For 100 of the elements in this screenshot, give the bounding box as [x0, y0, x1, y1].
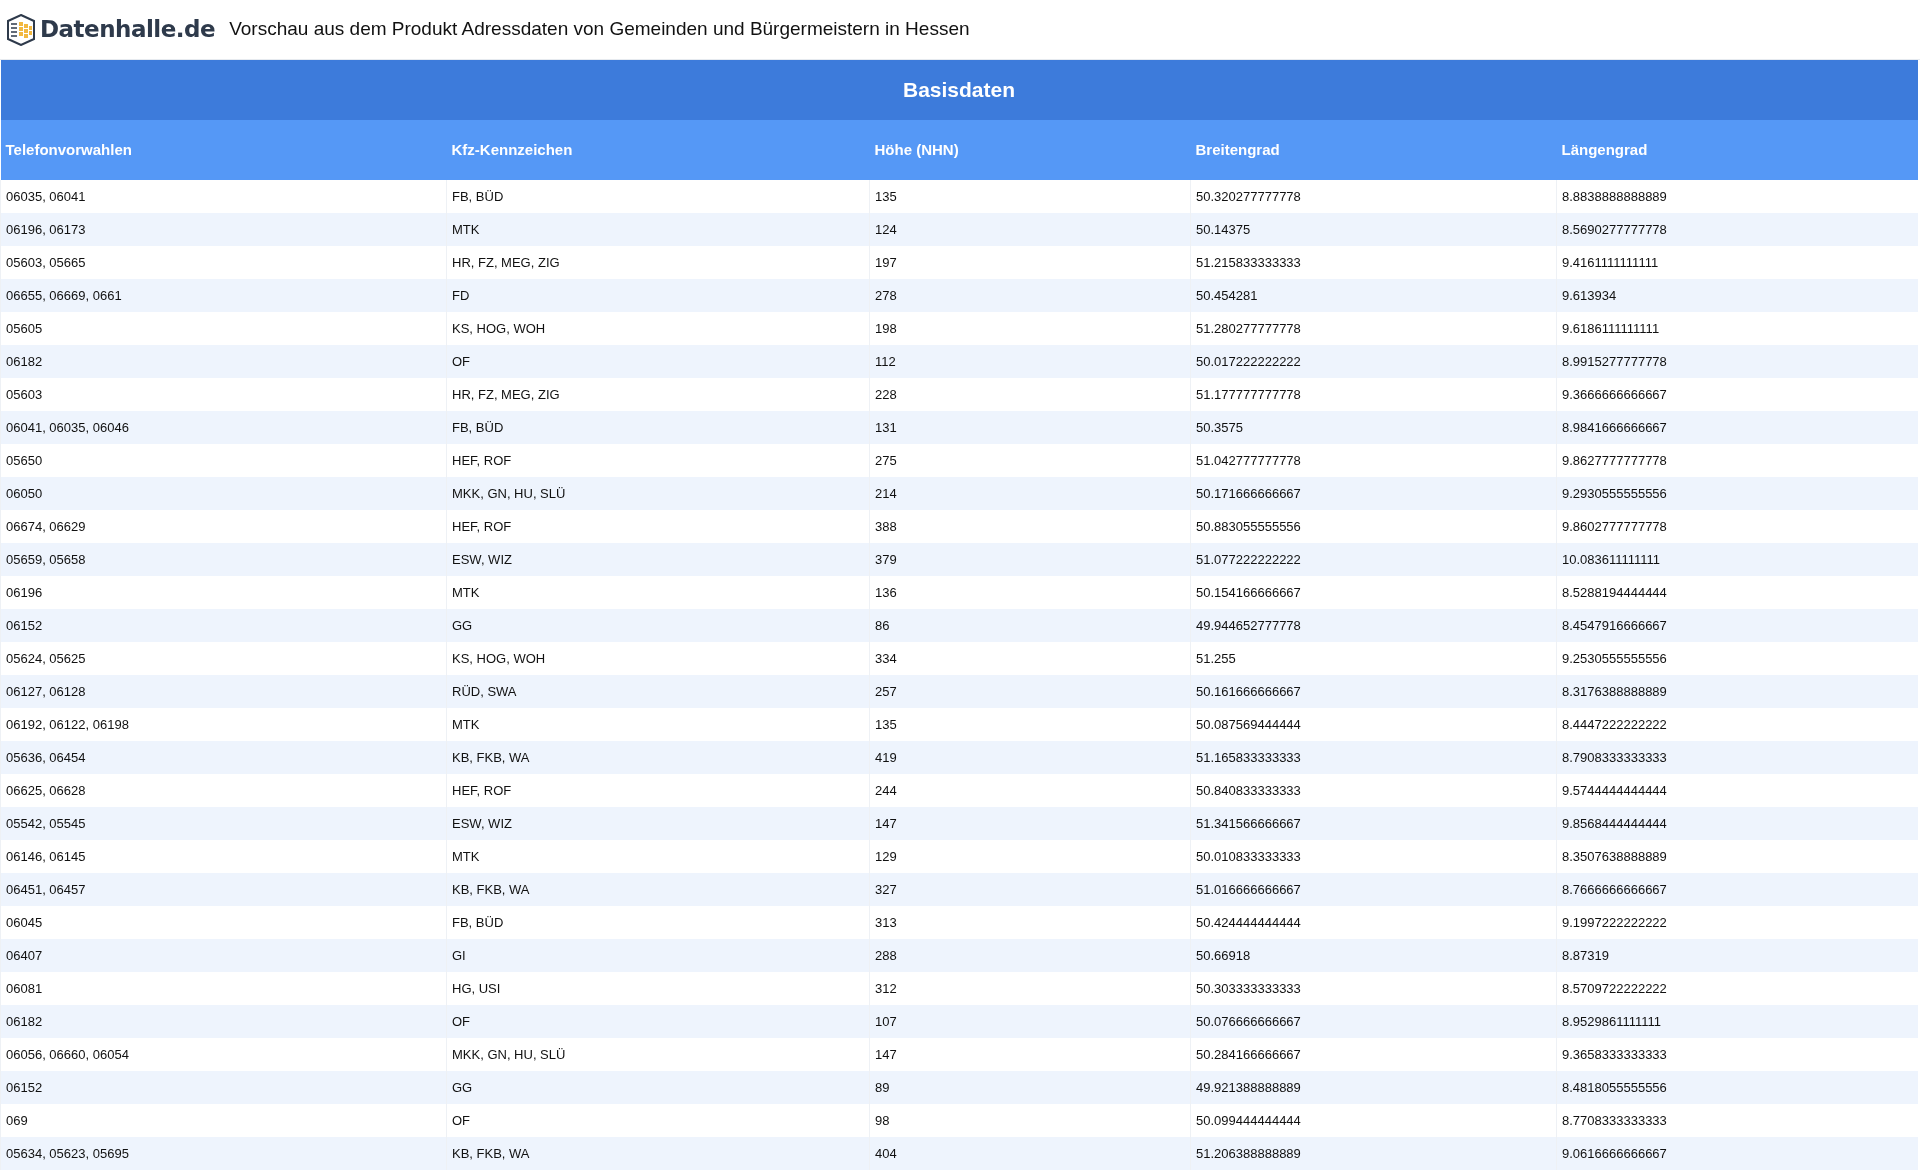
- table-cell: 50.303333333333: [1190, 972, 1557, 1005]
- table-cell: 51.280277777778: [1190, 312, 1557, 345]
- table-cell: MTK: [446, 840, 870, 873]
- table-cell: 8.87319: [1556, 939, 1918, 972]
- table-cell: 50.284166666667: [1190, 1038, 1557, 1071]
- table-cell: 244: [869, 774, 1191, 807]
- table-cell: 06407: [0, 939, 447, 972]
- table-cell: FB, BÜD: [446, 411, 870, 444]
- table-cell: 51.341566666667: [1190, 807, 1557, 840]
- table-cell: 136: [869, 576, 1191, 609]
- table-cell: FB, BÜD: [446, 180, 870, 213]
- table-cell: 147: [869, 1038, 1191, 1071]
- table-cell: MKK, GN, HU, SLÜ: [446, 477, 870, 510]
- table-cell: 8.9529861111111: [1556, 1005, 1918, 1038]
- table-cell: 05603: [0, 378, 447, 411]
- table-cell: 05636, 06454: [0, 741, 447, 774]
- table-cell: MKK, GN, HU, SLÜ: [446, 1038, 870, 1071]
- table-cell: 50.454281: [1190, 279, 1557, 312]
- table-cell: 312: [869, 972, 1191, 1005]
- table-cell: 06625, 06628: [0, 774, 447, 807]
- table-cell: 8.7708333333333: [1556, 1104, 1918, 1137]
- table-cell: HEF, ROF: [446, 510, 870, 543]
- table-cell: 50.883055555556: [1190, 510, 1557, 543]
- table-cell: 9.8568444444444: [1556, 807, 1918, 840]
- table-cell: ESW, WIZ: [446, 543, 870, 576]
- table-cell: 06182: [0, 345, 447, 378]
- table-cell: 50.171666666667: [1190, 477, 1557, 510]
- table-cell: 51.165833333333: [1190, 741, 1557, 774]
- table-cell: 388: [869, 510, 1191, 543]
- table-cell: 50.087569444444: [1190, 708, 1557, 741]
- column-header: Breitengrad: [1190, 120, 1557, 180]
- table-cell: 05659, 05658: [0, 543, 447, 576]
- table-cell: 419: [869, 741, 1191, 774]
- table-cell: 147: [869, 807, 1191, 840]
- table-cell: 50.017222222222: [1190, 345, 1557, 378]
- column-header: Telefonvorwahlen: [0, 120, 447, 180]
- table-cell: 50.66918: [1190, 939, 1557, 972]
- table-cell: 327: [869, 873, 1191, 906]
- table-cell: 86: [869, 609, 1191, 642]
- table-cell: HR, FZ, MEG, ZIG: [446, 378, 870, 411]
- table-cell: 257: [869, 675, 1191, 708]
- table-cell: 313: [869, 906, 1191, 939]
- table-cell: 135: [869, 708, 1191, 741]
- table-cell: 51.177777777778: [1190, 378, 1557, 411]
- table-cell: 9.0616666666667: [1556, 1137, 1918, 1170]
- table-cell: 06045: [0, 906, 447, 939]
- table-cell: 9.8627777777778: [1556, 444, 1918, 477]
- table-cell: 89: [869, 1071, 1191, 1104]
- table-cell: 8.9915277777778: [1556, 345, 1918, 378]
- table-cell: 124: [869, 213, 1191, 246]
- table-cell: 228: [869, 378, 1191, 411]
- table-cell: MTK: [446, 213, 870, 246]
- table-cell: 214: [869, 477, 1191, 510]
- table-cell: 8.9841666666667: [1556, 411, 1918, 444]
- table-cell: 51.206388888889: [1190, 1137, 1557, 1170]
- table-cell: 8.3176388888889: [1556, 675, 1918, 708]
- table-cell: 8.3507638888889: [1556, 840, 1918, 873]
- table-cell: FD: [446, 279, 870, 312]
- table-cell: 50.161666666667: [1190, 675, 1557, 708]
- table-cell: 06196, 06173: [0, 213, 447, 246]
- table-cell: 05605: [0, 312, 447, 345]
- table-cell: 112: [869, 345, 1191, 378]
- column-header: Kfz-Kennzeichen: [446, 120, 870, 180]
- table-cell: 8.4447222222222: [1556, 708, 1918, 741]
- table-cell: 9.4161111111111: [1556, 246, 1918, 279]
- table-cell: OF: [446, 1104, 870, 1137]
- table-cell: 51.042777777778: [1190, 444, 1557, 477]
- table-cell: 06152: [0, 609, 447, 642]
- table-cell: HEF, ROF: [446, 774, 870, 807]
- table-cell: 8.4818055555556: [1556, 1071, 1918, 1104]
- table-cell: GG: [446, 1071, 870, 1104]
- table-cell: 9.1997222222222: [1556, 906, 1918, 939]
- table-cell: 05650: [0, 444, 447, 477]
- table-cell: HEF, ROF: [446, 444, 870, 477]
- table-cell: 197: [869, 246, 1191, 279]
- table-cell: 06035, 06041: [0, 180, 447, 213]
- table-cell: 50.424444444444: [1190, 906, 1557, 939]
- logo-text[interactable]: Datenhalle.de: [40, 12, 216, 47]
- table-cell: 06050: [0, 477, 447, 510]
- table-cell: 9.613934: [1556, 279, 1918, 312]
- table-cell: 50.3575: [1190, 411, 1557, 444]
- table-cell: KS, HOG, WOH: [446, 642, 870, 675]
- table-cell: 06152: [0, 1071, 447, 1104]
- table-cell: KB, FKB, WA: [446, 741, 870, 774]
- table-cell: OF: [446, 345, 870, 378]
- table-cell: 05603, 05665: [0, 246, 447, 279]
- logo-icon: [6, 13, 36, 46]
- table-cell: 50.14375: [1190, 213, 1557, 246]
- table-cell: KB, FKB, WA: [446, 873, 870, 906]
- table-cell: 8.4547916666667: [1556, 609, 1918, 642]
- table-cell: 379: [869, 543, 1191, 576]
- table-cell: 06182: [0, 1005, 447, 1038]
- table-cell: 98: [869, 1104, 1191, 1137]
- table-cell: 06451, 06457: [0, 873, 447, 906]
- table-cell: 50.154166666667: [1190, 576, 1557, 609]
- table-cell: 9.6186111111111: [1556, 312, 1918, 345]
- table-cell: 9.2530555555556: [1556, 642, 1918, 675]
- column-header: Längengrad: [1556, 120, 1918, 180]
- table-cell: MTK: [446, 708, 870, 741]
- table-cell: 05624, 05625: [0, 642, 447, 675]
